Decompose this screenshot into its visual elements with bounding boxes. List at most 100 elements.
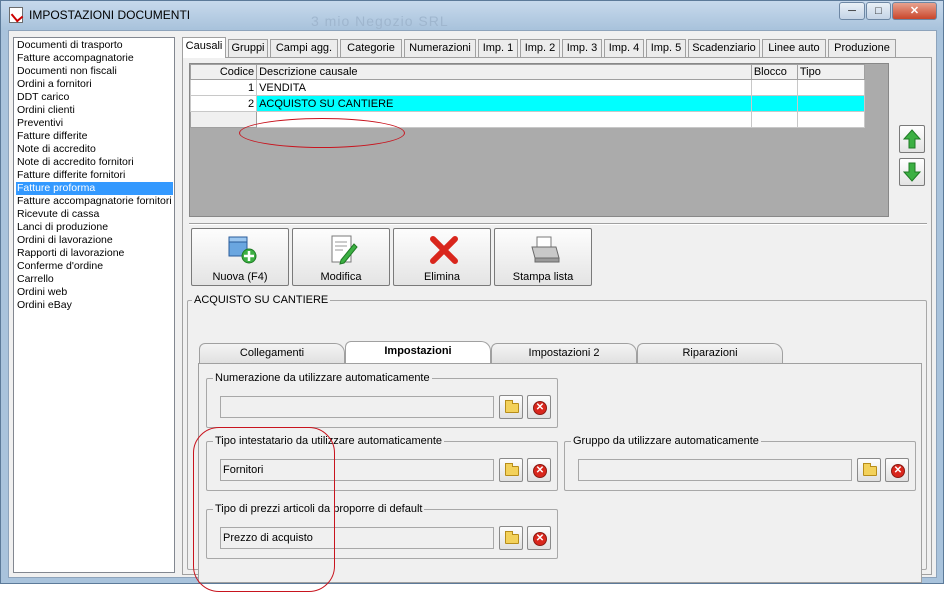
list-item[interactable]: Conferme d'ordine (16, 260, 173, 273)
tab-campi-agg[interactable]: Campi agg. (270, 39, 338, 57)
tab-imp-2[interactable]: Imp. 2 (520, 39, 560, 57)
list-item[interactable]: Preventivi (16, 117, 173, 130)
list-item[interactable]: Ordini web (16, 286, 173, 299)
table-cell (750, 79, 798, 96)
clear-numerazione-button[interactable]: ✕ (527, 395, 551, 419)
list-item[interactable]: Fatture accompagnatorie (16, 52, 173, 65)
table-cell: VENDITA (256, 79, 752, 96)
tab-linee-auto[interactable]: Linee auto (762, 39, 826, 57)
folder-icon (505, 531, 519, 544)
clear-intestatario-button[interactable]: ✕ (527, 458, 551, 482)
table-cell: 1 (189, 79, 258, 96)
list-item[interactable]: Ricevute di cassa (16, 208, 173, 221)
table-cell (796, 95, 866, 112)
print-list-button[interactable]: Stampa lista (494, 228, 592, 286)
list-item[interactable]: Documenti non fiscali (16, 65, 173, 78)
minimize-button[interactable]: ─ (839, 2, 865, 20)
column-header[interactable]: Tipo (796, 64, 866, 80)
watermark-text: 3 mio Negozio SRL (311, 13, 449, 29)
browse-intestatario-button[interactable] (499, 458, 523, 482)
tab-categorie[interactable]: Categorie (340, 39, 402, 57)
folder-icon (505, 400, 519, 413)
clear-prezzi-button[interactable]: ✕ (527, 526, 551, 550)
detail-group-title: ACQUISTO SU CANTIERE (192, 294, 331, 306)
list-item-selected[interactable]: Fatture proforma (16, 182, 173, 195)
numerazione-label: Numerazione da utilizzare automaticament… (213, 372, 432, 384)
highlight-oval-fields (193, 427, 335, 592)
browse-prezzi-button[interactable] (499, 526, 523, 550)
list-item[interactable]: Note di accredito fornitori (16, 156, 173, 169)
list-item[interactable]: Ordini clienti (16, 104, 173, 117)
impostazioni-panel: Numerazione da utilizzare automaticament… (193, 363, 922, 592)
subtab-collegamenti[interactable]: Collegamenti (199, 343, 345, 363)
list-item[interactable]: Fatture accompagnatorie fornitori (16, 195, 173, 208)
subtab-riparazioni[interactable]: Riparazioni (637, 343, 783, 363)
list-item[interactable]: Ordini di lavorazione (16, 234, 173, 247)
list-item[interactable]: Fatture differite (16, 130, 173, 143)
list-item[interactable]: DDT carico (16, 91, 173, 104)
list-item[interactable]: Ordini eBay (16, 299, 173, 312)
arrow-up-icon (903, 129, 921, 149)
table-cell (189, 111, 258, 128)
clear-icon: ✕ (891, 464, 905, 478)
table-row-selected[interactable]: 2 ACQUISTO SU CANTIERE (189, 95, 866, 112)
column-header[interactable]: Codice (189, 64, 258, 80)
delete-button-label: Elimina (423, 271, 461, 283)
move-up-button[interactable] (899, 125, 925, 153)
gruppo-group: Gruppo da utilizzare automaticamente ✕ (564, 435, 916, 491)
close-button[interactable]: ✕ (892, 2, 937, 20)
column-header[interactable]: Descrizione causale (256, 64, 752, 80)
document-type-list[interactable]: Documenti di trasporto Fatture accompagn… (13, 37, 175, 573)
list-item[interactable]: Lanci di produzione (16, 221, 173, 234)
tab-imp-4[interactable]: Imp. 4 (604, 39, 644, 57)
delete-x-icon (430, 236, 458, 264)
subtab-impostazioni[interactable]: Impostazioni (345, 341, 491, 363)
subtab-impostazioni-2[interactable]: Impostazioni 2 (491, 343, 637, 363)
numerazione-field[interactable] (220, 396, 494, 418)
highlight-oval-row (239, 118, 405, 148)
list-item[interactable]: Ordini a fornitori (16, 78, 173, 91)
clear-icon: ✕ (533, 464, 547, 478)
printer-icon (531, 236, 560, 263)
gruppo-field[interactable] (578, 459, 852, 481)
tab-imp-3[interactable]: Imp. 3 (562, 39, 602, 57)
new-button[interactable]: Nuova (F4) (191, 228, 289, 286)
tab-gruppi[interactable]: Gruppi (228, 39, 268, 57)
arrow-down-icon (903, 162, 921, 182)
tab-imp-5[interactable]: Imp. 5 (646, 39, 686, 57)
move-down-button[interactable] (899, 158, 925, 186)
separator (189, 223, 927, 225)
edit-icon (331, 235, 358, 265)
clear-gruppo-button[interactable]: ✕ (885, 458, 909, 482)
tab-scadenziario[interactable]: Scadenziario (688, 39, 760, 57)
causali-panel: Codice Descrizione causale Blocco Tipo 1… (182, 57, 932, 592)
new-record-icon (228, 236, 257, 264)
table-cell (796, 111, 866, 128)
column-header[interactable]: Blocco (750, 64, 798, 80)
folder-icon (505, 463, 519, 476)
maximize-button[interactable]: □ (866, 2, 891, 20)
tab-numerazioni[interactable]: Numerazioni (404, 39, 476, 57)
tab-causali[interactable]: Causali (182, 37, 226, 58)
tab-produzione[interactable]: Produzione (828, 39, 896, 57)
list-item[interactable]: Carrello (16, 273, 173, 286)
table-row[interactable]: 1 VENDITA (189, 79, 866, 96)
title-bar: IMPOSTAZIONI DOCUMENTI 3 mio Negozio SRL… (1, 1, 943, 29)
folder-icon (863, 463, 877, 476)
clear-icon: ✕ (533, 401, 547, 415)
browse-numerazione-button[interactable] (499, 395, 523, 419)
client-area: Documenti di trasporto Fatture accompagn… (8, 30, 937, 592)
delete-button[interactable]: Elimina (393, 228, 491, 286)
list-item[interactable]: Fatture differite fornitori (16, 169, 173, 182)
clear-icon: ✕ (533, 532, 547, 546)
app-window: IMPOSTAZIONI DOCUMENTI 3 mio Negozio SRL… (0, 0, 944, 592)
edit-button[interactable]: Modifica (292, 228, 390, 286)
list-item[interactable]: Documenti di trasporto (16, 39, 173, 52)
list-item[interactable]: Rapporti di lavorazione (16, 247, 173, 260)
numerazione-group: Numerazione da utilizzare automaticament… (206, 372, 558, 428)
tab-imp-1[interactable]: Imp. 1 (478, 39, 518, 57)
edit-button-label: Modifica (320, 271, 362, 283)
browse-gruppo-button[interactable] (857, 458, 881, 482)
list-item[interactable]: Note di accredito (16, 143, 173, 156)
table-cell: ACQUISTO SU CANTIERE (256, 95, 752, 112)
